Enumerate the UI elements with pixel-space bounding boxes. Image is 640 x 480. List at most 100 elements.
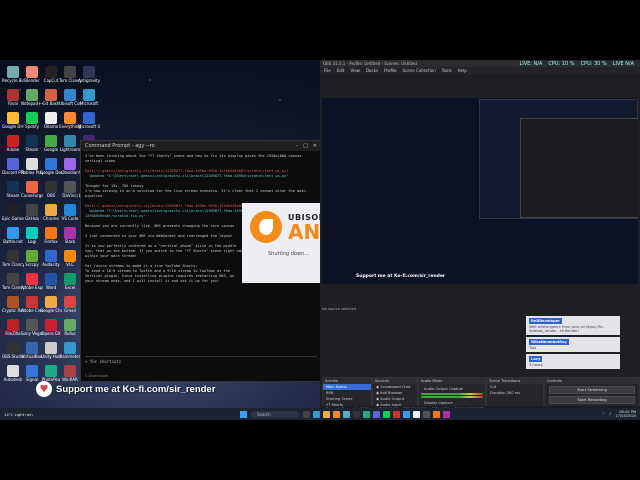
obs-preview[interactable]: Support me at Ko-fi.com/sir_render bbox=[322, 98, 638, 284]
weather-widget[interactable]: 14°C Light rain bbox=[0, 412, 64, 417]
maximize-icon[interactable]: □ bbox=[303, 143, 308, 149]
app-icon bbox=[26, 250, 38, 262]
taskbar-app-icon[interactable] bbox=[303, 410, 310, 418]
taskbar-app-icon[interactable] bbox=[403, 410, 410, 418]
obs-window[interactable]: OBS 31.0.1 - Profile: Untitled - Scenes:… bbox=[320, 60, 640, 420]
app-icon bbox=[45, 273, 57, 285]
chat-message: ReDDeveloper Well whelangeers from your a… bbox=[526, 316, 620, 335]
ubisoft-logo-icon bbox=[250, 211, 282, 243]
taskbar-app-icon[interactable] bbox=[433, 410, 440, 418]
chat-message: WikeNanmbotSoy Test bbox=[526, 337, 620, 352]
chat-text: Test bbox=[529, 346, 537, 350]
start-button[interactable] bbox=[240, 410, 247, 418]
obs-stat: LIVE: N/A bbox=[519, 60, 543, 67]
app-icon bbox=[7, 342, 19, 354]
terminal-tab-title[interactable]: Command Prompt - agy --ro bbox=[85, 143, 155, 149]
app-icon bbox=[7, 365, 19, 377]
app-icon bbox=[26, 66, 38, 78]
desktop-icon-label: Antigravity bbox=[78, 78, 100, 83]
close-icon[interactable]: ✕ bbox=[313, 143, 317, 149]
app-icon bbox=[26, 342, 38, 354]
taskbar-search[interactable]: Search bbox=[251, 410, 299, 418]
letterbox-bottom bbox=[0, 420, 640, 480]
app-icon bbox=[26, 89, 38, 101]
app-icon bbox=[7, 181, 19, 193]
obs-menubar: File Edit View Docks Profile Scene Collection… bbox=[320, 67, 640, 74]
obs-menu-item[interactable]: File bbox=[324, 68, 331, 73]
terminal-line: I'm now zeroing in on a solution for the… bbox=[85, 189, 308, 198]
taskbar-app-icon[interactable] bbox=[333, 410, 340, 418]
chat-username: WikeNanmbotSoy bbox=[529, 339, 569, 345]
app-icon bbox=[26, 112, 38, 124]
desktop-icon[interactable]: Microsoft Store bbox=[78, 112, 100, 129]
chat-username: Lucy bbox=[529, 356, 543, 362]
taskbar-app-icon[interactable] bbox=[423, 410, 430, 418]
kofi-banner: ♥ Support me at Ko-fi.com/sir_render bbox=[36, 381, 215, 397]
obs-menu-item[interactable]: Edit bbox=[337, 68, 345, 73]
app-icon bbox=[7, 296, 19, 308]
transitions-list: Cut Duration 300 ms bbox=[487, 384, 543, 396]
app-icon bbox=[45, 112, 57, 124]
app-icon bbox=[7, 250, 19, 262]
transition-item[interactable]: Duration 300 ms bbox=[487, 390, 543, 396]
minimize-icon[interactable]: – bbox=[296, 143, 299, 149]
wifi-icon[interactable]: ⌔ bbox=[602, 412, 605, 417]
control-button[interactable]: Start Streaming bbox=[549, 386, 635, 394]
no-source-label: No source selected bbox=[322, 307, 357, 311]
app-icon bbox=[45, 365, 57, 377]
taskbar-app-icon[interactable] bbox=[383, 410, 390, 418]
obs-stat: CPU: 10 % bbox=[548, 60, 575, 67]
app-icon bbox=[26, 135, 38, 147]
app-icon bbox=[7, 89, 19, 101]
app-icon bbox=[26, 273, 38, 285]
taskbar-app-icon[interactable] bbox=[413, 410, 420, 418]
app-icon bbox=[45, 204, 57, 216]
app-icon bbox=[64, 135, 76, 147]
obs-menu-item[interactable]: Profile bbox=[384, 68, 396, 73]
app-icon bbox=[26, 158, 38, 170]
app-icon bbox=[64, 250, 76, 262]
app-icon bbox=[7, 273, 19, 285]
app-icon bbox=[7, 66, 19, 78]
terminal-line: Updated "C:\Users\root\.gemini\antigravi… bbox=[85, 174, 289, 178]
taskbar-app-icon[interactable] bbox=[363, 410, 370, 418]
desktop-icon[interactable]: Antigravity bbox=[78, 66, 100, 83]
taskbar-app-icon[interactable] bbox=[353, 410, 360, 418]
app-icon bbox=[64, 112, 76, 124]
app-icon bbox=[7, 319, 19, 331]
system-tray: ⌔ ♪ 06:40 PM 17/03/2025 bbox=[602, 410, 640, 418]
obs-menu-item[interactable]: Help bbox=[458, 68, 467, 73]
taskbar-app-icon[interactable] bbox=[373, 410, 380, 418]
app-icon bbox=[64, 204, 76, 216]
app-icon bbox=[64, 296, 76, 308]
taskbar-app-icon[interactable] bbox=[313, 410, 320, 418]
taskbar: 14°C Light rain Search ⌔ ♪ 06:40 PM 17/0… bbox=[0, 408, 640, 420]
control-button[interactable]: Start Recording bbox=[549, 396, 635, 404]
terminal-titlebar: Command Prompt - agy --ro – □ ✕ bbox=[81, 141, 321, 151]
obs-menu-item[interactable]: Docks bbox=[366, 68, 378, 73]
obs-menu-item[interactable]: View bbox=[350, 68, 360, 73]
app-icon bbox=[26, 319, 38, 331]
app-icon bbox=[45, 181, 57, 193]
desktop-icon[interactable]: Microsoft bbox=[78, 89, 100, 106]
obs-titlebar: OBS 31.0.1 - Profile: Untitled - Scenes:… bbox=[320, 60, 640, 67]
scenes-list: Main Scene BRB Starting Scene YT Shorts bbox=[323, 384, 371, 408]
obs-menu-item[interactable]: Scene Collection bbox=[403, 68, 436, 73]
app-icon bbox=[45, 66, 57, 78]
volume-icon[interactable]: ♪ bbox=[609, 412, 611, 416]
taskbar-app-icon[interactable] bbox=[323, 410, 330, 418]
taskbar-app-icon[interactable] bbox=[393, 410, 400, 418]
taskbar-app-icon[interactable] bbox=[443, 410, 450, 418]
app-icon bbox=[64, 342, 76, 354]
taskbar-app-icon[interactable] bbox=[343, 410, 350, 418]
chat-overlay: ReDDeveloper Well whelangeers from your a… bbox=[526, 316, 620, 371]
kofi-cup-icon: ♥ bbox=[36, 381, 52, 397]
mixer-channel[interactable]: Audio Output Capture bbox=[421, 386, 483, 398]
controls-dock-title: Controls bbox=[545, 378, 639, 384]
app-icon bbox=[26, 204, 38, 216]
obs-menu-item[interactable]: Tools bbox=[442, 68, 452, 73]
app-icon bbox=[83, 89, 95, 101]
terminal-input[interactable]: > for shortcuts bbox=[85, 356, 317, 367]
clock[interactable]: 06:40 PM 17/03/2025 bbox=[615, 410, 636, 418]
app-icon bbox=[64, 66, 76, 78]
